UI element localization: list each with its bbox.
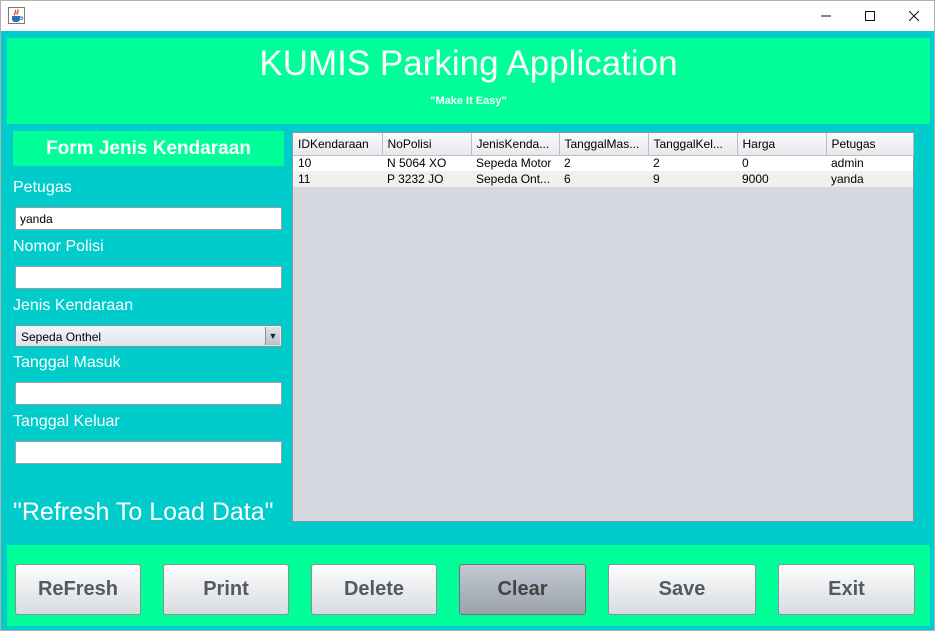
app-window: KUMIS Parking Application "Make It Easy"…: [0, 0, 935, 631]
table-cell: yanda: [826, 171, 913, 187]
table-row[interactable]: 11 P 3232 JO Sepeda Ont... 6 9 9000 yand…: [293, 171, 913, 187]
vehicle-table-panel[interactable]: IDKendaraan NoPolisi JenisKenda... Tangg…: [292, 132, 914, 522]
jenis-kendaraan-label: Jenis Kendaraan: [13, 297, 134, 314]
column-header[interactable]: NoPolisi: [382, 133, 472, 156]
table-cell: 2: [559, 155, 648, 171]
main-content: KUMIS Parking Application "Make It Easy"…: [7, 38, 930, 626]
close-icon: [909, 11, 919, 21]
table-cell: 2: [648, 155, 737, 171]
table-cell: 0: [737, 155, 826, 171]
save-button[interactable]: Save: [608, 564, 756, 615]
print-button[interactable]: Print: [163, 564, 289, 615]
refresh-note: "Refresh To Load Data": [13, 498, 274, 526]
table-cell: 9000: [737, 171, 826, 187]
tanggal-keluar-label: Tanggal Keluar: [13, 413, 120, 430]
app-header: KUMIS Parking Application "Make It Easy": [7, 38, 930, 124]
title-bar[interactable]: [1, 1, 934, 31]
app-title: KUMIS Parking Application: [259, 44, 678, 83]
column-header[interactable]: Harga: [737, 133, 827, 156]
petugas-field[interactable]: yanda: [15, 207, 282, 230]
maximize-button[interactable]: [847, 1, 893, 31]
action-bar: ReFresh Print Delete Clear Save Exit: [7, 545, 930, 626]
column-header[interactable]: Petugas: [826, 133, 914, 156]
tanggal-masuk-field[interactable]: [15, 382, 282, 405]
close-button[interactable]: [891, 1, 935, 31]
minimize-button[interactable]: [803, 1, 849, 31]
maximize-icon: [865, 11, 875, 21]
minimize-icon: [821, 15, 831, 17]
nomor-polisi-label: Nomor Polisi: [13, 238, 104, 255]
column-header[interactable]: TanggalMas...: [559, 133, 649, 156]
app-subtitle: "Make It Easy": [430, 95, 507, 107]
petugas-label: Petugas: [13, 179, 72, 196]
vehicle-table[interactable]: IDKendaraan NoPolisi JenisKenda... Tangg…: [293, 133, 914, 187]
table-cell: admin: [826, 155, 913, 171]
form-title: Form Jenis Kendaraan: [13, 131, 284, 166]
table-row[interactable]: 10 N 5064 XO Sepeda Motor 2 2 0 admin: [293, 155, 913, 171]
table-cell: 10: [293, 155, 382, 171]
nomor-polisi-field[interactable]: [15, 266, 282, 289]
table-cell: P 3232 JO: [382, 171, 471, 187]
jenis-kendaraan-select[interactable]: Sepeda Onthel ▼: [15, 325, 282, 347]
column-header[interactable]: JenisKenda...: [471, 133, 560, 156]
tanggal-keluar-field[interactable]: [15, 441, 282, 464]
java-cup-icon: [8, 7, 25, 24]
jenis-kendaraan-value: Sepeda Onthel: [21, 330, 102, 344]
table-cell: 6: [559, 171, 648, 187]
table-cell: 11: [293, 171, 382, 187]
refresh-button[interactable]: ReFresh: [15, 564, 141, 615]
clear-button[interactable]: Clear: [459, 564, 586, 615]
table-header-row: IDKendaraan NoPolisi JenisKenda... Tangg…: [293, 133, 914, 156]
chevron-down-icon[interactable]: ▼: [265, 327, 280, 345]
tanggal-masuk-label: Tanggal Masuk: [13, 354, 121, 371]
column-header[interactable]: TanggalKel...: [648, 133, 738, 156]
table-cell: Sepeda Motor: [471, 155, 559, 171]
table-cell: Sepeda Ont...: [471, 171, 559, 187]
delete-button[interactable]: Delete: [311, 564, 437, 615]
table-cell: N 5064 XO: [382, 155, 471, 171]
table-cell: 9: [648, 171, 737, 187]
exit-button[interactable]: Exit: [778, 564, 915, 615]
column-header[interactable]: IDKendaraan: [293, 133, 383, 156]
